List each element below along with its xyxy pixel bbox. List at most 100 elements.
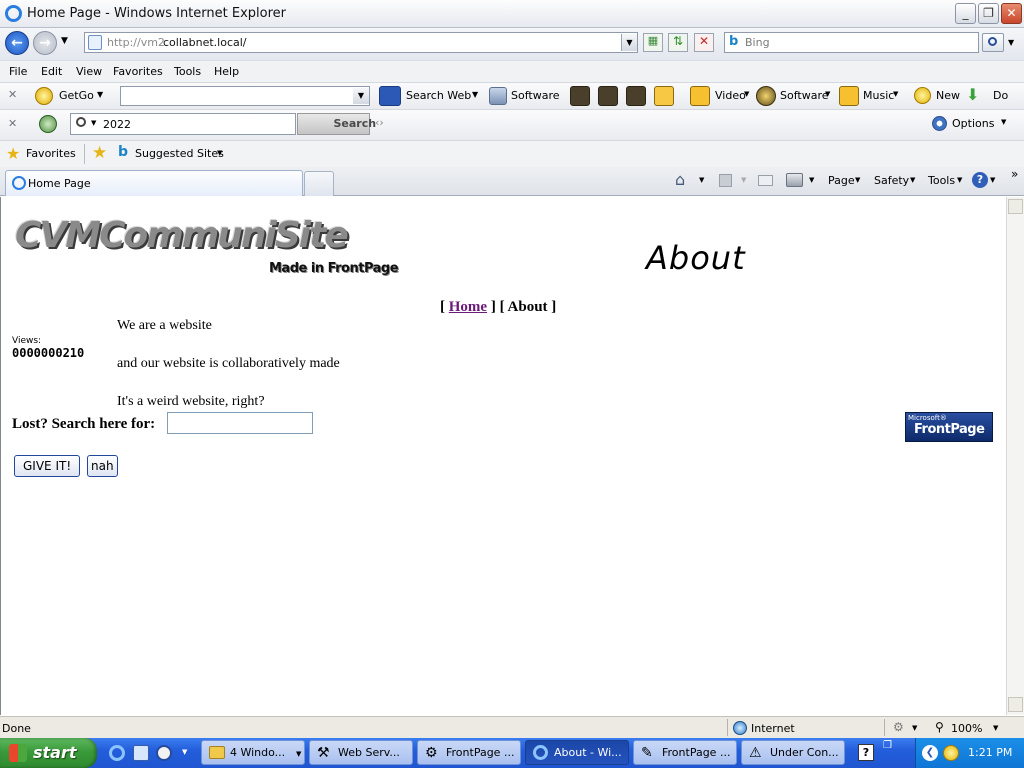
safety-menu[interactable]: Safety [874,174,909,187]
options-button[interactable]: Options [952,117,994,130]
chevron-down-icon[interactable]: ▼ [855,176,860,184]
chevron-down-icon[interactable]: ▼ [1001,118,1006,126]
close-toolbar-icon[interactable]: ✕ [8,117,17,130]
explorer-quicklaunch-icon[interactable] [133,745,149,761]
mail-icon[interactable] [758,175,773,186]
video-button[interactable]: Video [715,89,746,102]
search-go-button[interactable] [982,33,1004,52]
refresh-icon[interactable]: ⇅ [668,33,688,52]
chevron-down-icon[interactable]: ▼ [699,176,704,184]
close-button[interactable]: ✕ [1001,3,1022,24]
task-about-ie[interactable]: About - Wi... [525,740,629,765]
chevron-down-icon[interactable]: ▼ [893,90,898,98]
new-tab-button[interactable] [304,171,334,196]
media-quicklaunch-icon[interactable] [156,745,172,761]
chat-icon[interactable] [598,86,618,106]
menu-help[interactable]: Help [214,65,239,78]
toolbar-grip[interactable]: ‹› [375,116,384,129]
restore-button[interactable]: ❐ [978,3,999,24]
site-search-input[interactable] [167,412,313,434]
download-button[interactable]: Do [993,89,1008,102]
search-box[interactable]: b Bing [724,32,979,53]
tools-menu[interactable]: Tools [928,174,955,187]
menu-view[interactable]: View [76,65,102,78]
frontpage-icon: ⚙ [425,745,438,761]
zoom-level[interactable]: 100% [951,722,982,735]
favorites-button[interactable]: Favorites [26,147,76,160]
more-chevron-icon[interactable]: » [1011,167,1018,181]
menu-edit[interactable]: Edit [41,65,62,78]
software2-button[interactable]: Software [780,89,829,102]
new-button[interactable]: New [936,89,960,102]
nah-button[interactable]: nah [87,455,118,477]
tray-arrow-icon[interactable]: ❮ [922,745,938,761]
chevron-down-icon[interactable]: ▼ [744,90,749,98]
chevron-down-icon[interactable]: ▼ [472,90,478,99]
chevron-down-icon[interactable]: ▼ [825,90,830,98]
tab-home-page[interactable]: Home Page [5,170,303,196]
give-it-button[interactable]: GIVE IT! [14,455,81,477]
chevron-down-icon[interactable]: ▼ [809,176,814,184]
music-button[interactable]: Music [863,89,894,102]
nav-home-link[interactable]: Home [449,299,487,315]
start-button[interactable]: start [0,738,97,768]
ie-icon [533,745,548,760]
forward-button[interactable]: → [33,31,57,55]
suggested-sites-button[interactable]: Suggested Sites [135,147,224,160]
task-web-services[interactable]: ⚒ Web Serv... [309,740,413,765]
rss-icon[interactable] [570,86,590,106]
getgo-search-dropdown[interactable]: ▼ [353,88,369,104]
compat-view-icon[interactable]: ▦ [643,33,663,52]
task-under-construction[interactable]: ⚠ Under Con... [741,740,845,765]
software-button[interactable]: Software [511,89,560,102]
address-dropdown[interactable]: ▼ [621,34,637,51]
address-bar[interactable]: http://vm2. collabnet.local/ ▼ [84,32,638,53]
print-icon[interactable] [786,173,803,187]
task-frontpage-1[interactable]: ⚙ FrontPage ... [417,740,521,765]
globe-icon[interactable] [626,86,646,106]
close-toolbar-icon[interactable]: ✕ [8,88,17,101]
task-windows-explorer[interactable]: 4 Windo... ▼ [201,740,305,765]
chevron-down-icon[interactable]: ▼ [993,724,998,732]
menu-favorites[interactable]: Favorites [113,65,163,78]
add-favorite-icon[interactable]: ★ [92,143,107,163]
ie-quicklaunch-icon[interactable] [109,745,125,761]
menu-tools[interactable]: Tools [174,65,201,78]
feeds-icon[interactable] [719,174,732,187]
back-button[interactable]: ← [5,31,29,55]
tray-app-icon[interactable] [943,745,959,761]
scroll-up-button[interactable] [1008,199,1023,214]
stop-icon[interactable]: ✕ [694,33,714,52]
toolbar-search-button[interactable]: Search [297,113,376,135]
search-options-dropdown[interactable]: ▼ [1008,38,1014,47]
lambda-icon[interactable] [654,86,674,106]
home-icon[interactable]: ⌂ [675,170,685,189]
help-icon[interactable]: ? [858,744,874,761]
chevron-down-icon[interactable]: ▼ [91,119,96,127]
menu-file[interactable]: File [9,65,27,78]
help-icon[interactable]: ? [972,172,988,188]
task-frontpage-2[interactable]: ✎ FrontPage ... [633,740,737,765]
search-web-button[interactable]: Search Web [406,89,471,102]
getgo-search-input[interactable]: ▼ [120,86,370,106]
chevron-down-icon[interactable]: ▼ [217,149,222,157]
download-arrow-icon[interactable]: ⬇ [966,85,979,104]
chevron-down-icon[interactable]: ▼ [910,176,915,184]
windows-flag-icon [9,744,27,762]
vertical-scrollbar[interactable] [1006,197,1024,715]
chevron-down-icon[interactable]: ▼ [97,90,103,99]
content-line-2: and our website is collaboratively made [117,356,340,371]
toolbar-search-input[interactable]: ▼ 2022 [70,113,296,135]
chevron-down-icon[interactable]: ▼ [182,748,187,756]
chevron-down-icon[interactable]: ▼ [990,176,995,184]
protected-mode-icon[interactable]: ⚙ [893,720,904,734]
chevron-down-icon[interactable]: ▼ [912,724,917,732]
scroll-down-button[interactable] [1008,697,1023,712]
restore-icon[interactable]: ❐ [883,740,892,751]
chevron-down-icon[interactable]: ▼ [61,36,68,46]
page-heading: About [646,239,746,277]
page-menu[interactable]: Page [828,174,855,187]
minimize-button[interactable]: _ [955,3,976,24]
chevron-down-icon[interactable]: ▼ [957,176,962,184]
getgo-button[interactable]: GetGo [59,89,94,102]
